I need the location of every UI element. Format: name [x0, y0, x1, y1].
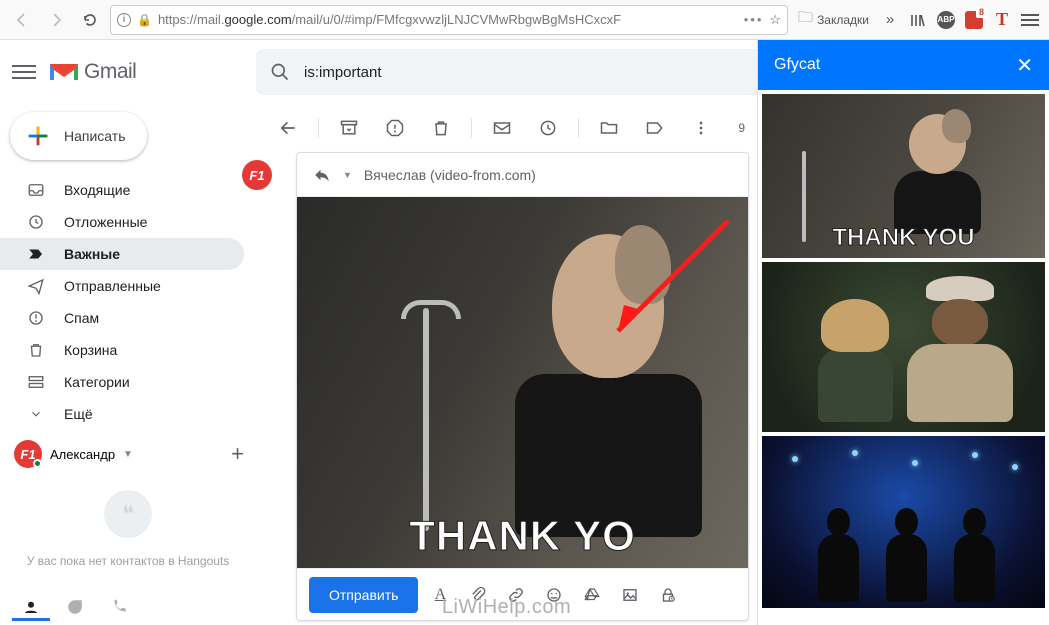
hangouts-header[interactable]: F1 Александр ▼ + — [0, 430, 256, 474]
attach-button[interactable] — [462, 579, 494, 611]
gfycat-title: Gfycat — [774, 56, 820, 74]
library-icon[interactable] — [907, 9, 929, 31]
labels-button[interactable] — [635, 108, 675, 148]
reply-icon — [313, 166, 331, 184]
nav-important[interactable]: Важные — [0, 238, 244, 270]
extension-red-icon[interactable]: 8 — [963, 9, 985, 31]
confidential-mode-button[interactable] — [652, 579, 684, 611]
categories-icon — [26, 373, 46, 391]
gif-result-3[interactable] — [762, 436, 1045, 608]
bookmarks-folder[interactable]: 🗀 Закладки — [794, 9, 873, 31]
gif-results[interactable]: THANK YOU — [758, 90, 1049, 625]
gmail-m-icon — [48, 60, 80, 84]
inserted-gif: THANK YO — [297, 197, 748, 568]
reload-button[interactable] — [76, 6, 104, 34]
gmail-wordmark: Gmail — [84, 60, 136, 84]
site-info-icon[interactable]: i — [117, 13, 131, 27]
hangouts-tab-calls[interactable] — [100, 593, 138, 621]
recipient-name: Вячеслав (video-from.com) — [364, 167, 536, 183]
move-to-button[interactable] — [589, 108, 629, 148]
mark-unread-button[interactable] — [482, 108, 522, 148]
nav-snoozed[interactable]: Отложенные — [0, 206, 244, 238]
nav-inbox[interactable]: Входящие — [0, 174, 244, 206]
hangouts-tab-contacts[interactable] — [12, 593, 50, 621]
browser-menu-button[interactable] — [1019, 9, 1041, 31]
sender-avatar: F1 — [242, 160, 272, 190]
spam-icon — [26, 309, 46, 327]
extension-t-icon[interactable]: T — [991, 9, 1013, 31]
gif-result-2[interactable] — [762, 262, 1045, 432]
gif-result-1[interactable]: THANK YOU — [762, 94, 1045, 258]
sidebar: Написать Входящие Отложенные Важные Отпр… — [0, 104, 256, 625]
lock-icon: 🔒 — [137, 13, 152, 27]
trash-icon — [26, 341, 46, 359]
hangouts-user-name: Александр — [50, 447, 115, 462]
gfycat-panel: Gfycat ✕ THANK YOU — [757, 40, 1049, 625]
report-spam-button[interactable] — [375, 108, 415, 148]
gmail-logo[interactable]: Gmail — [48, 60, 136, 84]
mail-toolbar: 9 — [256, 104, 757, 152]
browser-toolbar: i 🔒 https://mail.google.com/mail/u/0/#im… — [0, 0, 1049, 40]
bookmark-star-icon[interactable]: ☆ — [769, 12, 781, 28]
main-menu-button[interactable] — [12, 61, 36, 83]
compose-body[interactable]: THANK YO — [297, 197, 748, 568]
back-button[interactable] — [8, 6, 36, 34]
compose-footer: Отправить A — [297, 568, 748, 620]
clock-icon — [26, 213, 46, 231]
compose-button[interactable]: Написать — [10, 112, 147, 160]
compose-label: Написать — [64, 128, 125, 144]
sent-icon — [26, 277, 46, 295]
more-actions-button[interactable] — [681, 108, 721, 148]
close-panel-button[interactable]: ✕ — [1016, 53, 1033, 78]
nav-more[interactable]: Ещё — [0, 398, 244, 430]
insert-emoji-button[interactable] — [538, 579, 570, 611]
toolbar-back-button[interactable] — [268, 108, 308, 148]
hangouts-icon: ❝ — [104, 490, 152, 538]
message-counter: 9 — [738, 121, 745, 135]
compose-panel: ▼ Вячеслав (video-from.com) THANK YO — [296, 152, 749, 621]
user-avatar: F1 — [14, 440, 42, 468]
formatting-button[interactable]: A — [424, 579, 456, 611]
search-icon — [270, 62, 290, 82]
bookmarks-overflow-icon[interactable]: » — [879, 9, 901, 31]
expand-icon — [26, 407, 46, 421]
hangouts-tabs — [12, 593, 138, 621]
snooze-button[interactable] — [528, 108, 568, 148]
url-text: https://mail.google.com/mail/u/0/#imp/FM… — [158, 12, 738, 27]
inbox-icon — [26, 181, 46, 199]
new-conversation-button[interactable]: + — [231, 443, 244, 465]
caret-down-icon: ▼ — [123, 449, 133, 460]
mail-column: 9 F1 ▼ Вячеслав (video-from.com) THANK Y… — [256, 104, 757, 625]
abp-extension-icon[interactable]: ABP — [935, 9, 957, 31]
address-bar[interactable]: i 🔒 https://mail.google.com/mail/u/0/#im… — [110, 5, 788, 35]
hangouts-empty: ❝ У вас пока нет контактов в Hangouts — [0, 474, 256, 576]
hangouts-tab-chats[interactable] — [56, 593, 94, 621]
nav-sent[interactable]: Отправленные — [0, 270, 244, 302]
send-button[interactable]: Отправить — [309, 577, 418, 613]
nav-spam[interactable]: Спам — [0, 302, 244, 334]
nav-categories[interactable]: Категории — [0, 366, 244, 398]
important-icon — [26, 245, 46, 263]
archive-button[interactable] — [329, 108, 369, 148]
reply-dropdown-icon[interactable]: ▼ — [343, 170, 352, 180]
insert-link-button[interactable] — [500, 579, 532, 611]
page-actions-icon[interactable]: ••• — [744, 12, 764, 27]
forward-button[interactable] — [42, 6, 70, 34]
nav-trash[interactable]: Корзина — [0, 334, 244, 366]
gfycat-panel-header: Gfycat ✕ — [758, 40, 1049, 90]
recipient-row[interactable]: ▼ Вячеслав (video-from.com) — [297, 153, 748, 197]
plus-icon — [24, 122, 52, 150]
insert-drive-button[interactable] — [576, 579, 608, 611]
insert-photo-button[interactable] — [614, 579, 646, 611]
delete-button[interactable] — [421, 108, 461, 148]
